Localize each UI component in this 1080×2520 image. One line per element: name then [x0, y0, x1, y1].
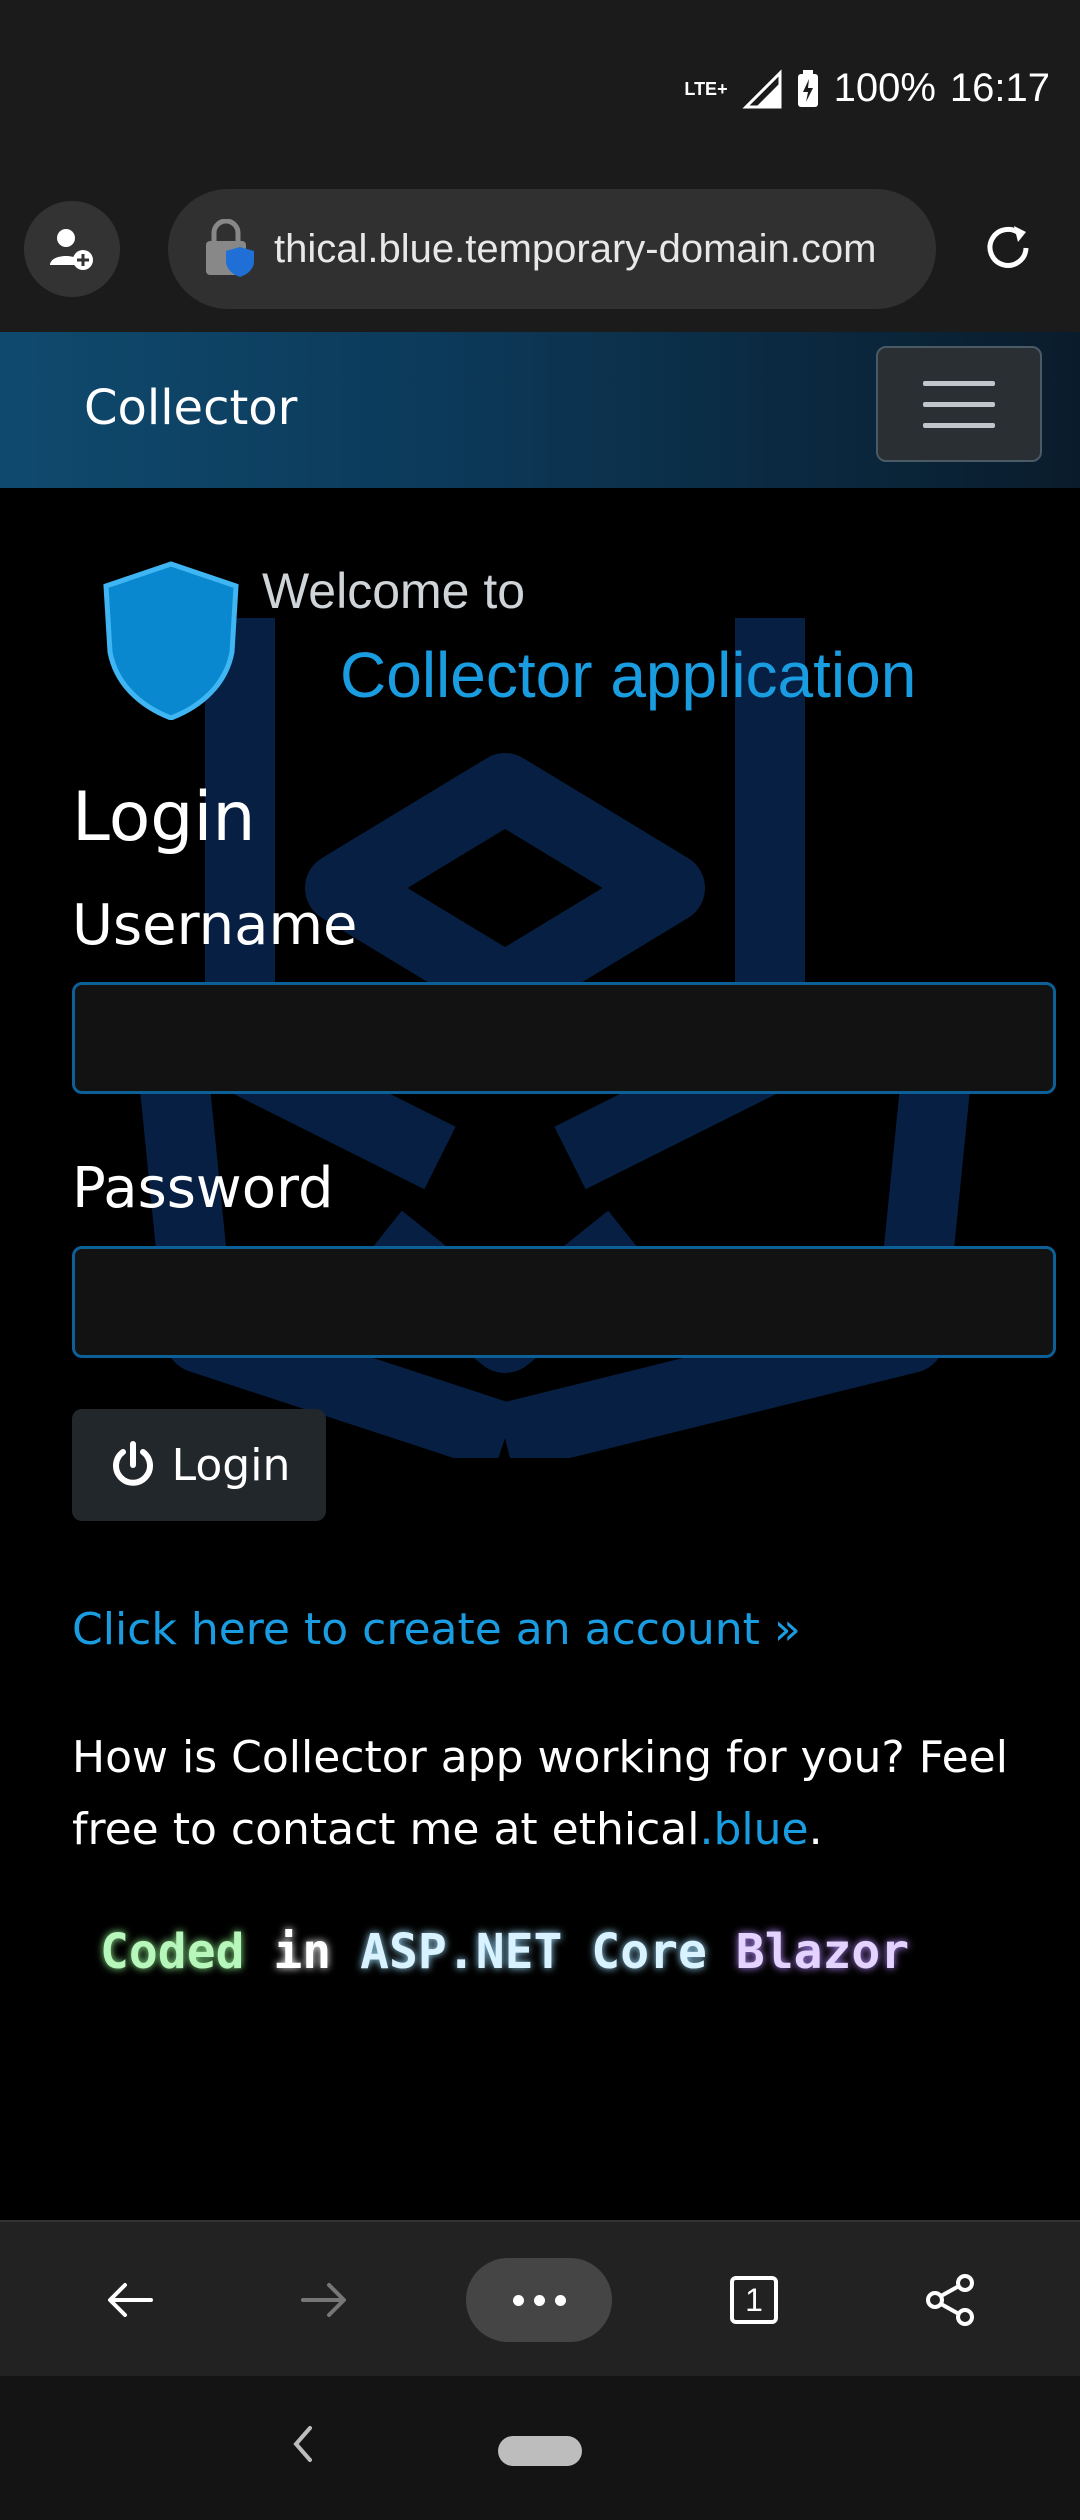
password-input[interactable]: [72, 1246, 1056, 1358]
system-back-icon[interactable]: [282, 2414, 322, 2474]
power-icon: [112, 1441, 153, 1486]
battery-icon: [797, 69, 818, 107]
more-menu-button[interactable]: [466, 2258, 612, 2342]
tab-count: 1: [730, 2276, 778, 2324]
address-bar[interactable]: thical.blue.temporary-domain.com: [168, 189, 936, 309]
profile-add-icon[interactable]: [24, 201, 120, 297]
status-bar: LTE+ 100% 16:17: [0, 0, 1080, 190]
battery-level: 100%: [833, 66, 936, 110]
site-navbar: Collector: [0, 332, 1080, 488]
back-arrow-icon[interactable]: [100, 2270, 160, 2330]
hamburger-line: [923, 401, 995, 407]
main-content: Welcome to Collector application Login U…: [0, 488, 1080, 2220]
badge-word-coded: Coded: [100, 1924, 245, 1980]
menu-dot: [512, 2294, 524, 2306]
clock: 16:17: [949, 66, 1050, 110]
page-title: Login: [72, 778, 256, 857]
url-text: thical.blue.temporary-domain.com: [274, 226, 877, 271]
reload-icon[interactable]: [978, 218, 1038, 278]
signal-icon: [741, 68, 782, 108]
badge-word-aspnet: ASP.NET Core: [360, 1924, 707, 1980]
feedback-paragraph: How is Collector app working for you? Fe…: [72, 1722, 1032, 1866]
feedback-text: How is Collector app working for you? Fe…: [72, 1732, 1008, 1855]
welcome-heading-line2: Collector application: [340, 639, 917, 711]
feedback-text-end: .: [808, 1804, 823, 1855]
username-label: Username: [72, 893, 358, 958]
welcome-heading-line1: Welcome to: [262, 563, 526, 619]
badge-word-blazor: Blazor: [735, 1924, 910, 1980]
password-label: Password: [72, 1156, 334, 1221]
status-icons: LTE+ 100% 16:17: [684, 66, 1050, 111]
contact-link[interactable]: .blue: [699, 1804, 808, 1855]
hamburger-line: [923, 422, 995, 428]
coded-in-badge: Coded in ASP.NET Core Blazor: [100, 1924, 909, 1980]
share-icon[interactable]: [920, 2270, 980, 2330]
lock-shield-icon: [204, 218, 256, 279]
network-type: LTE+: [684, 78, 728, 99]
menu-dot: [554, 2294, 566, 2306]
navbar-brand[interactable]: Collector: [84, 380, 297, 436]
username-input[interactable]: [72, 982, 1056, 1094]
shield-logo-icon: [103, 561, 239, 720]
login-button-label: Login: [171, 1439, 291, 1491]
tabs-button[interactable]: 1: [724, 2270, 784, 2330]
create-account-link[interactable]: Click here to create an account »: [72, 1604, 801, 1655]
badge-word-in: in: [273, 1924, 332, 1980]
hamburger-line: [923, 380, 995, 386]
menu-dot: [533, 2294, 545, 2306]
login-button[interactable]: Login: [72, 1409, 326, 1521]
forward-arrow-icon[interactable]: [294, 2270, 354, 2330]
home-pill[interactable]: [498, 2436, 582, 2466]
menu-toggle-button[interactable]: [876, 346, 1042, 462]
system-navigation-bar: [0, 2376, 1080, 2520]
browser-toolbar-bottom: 1: [0, 2220, 1080, 2376]
